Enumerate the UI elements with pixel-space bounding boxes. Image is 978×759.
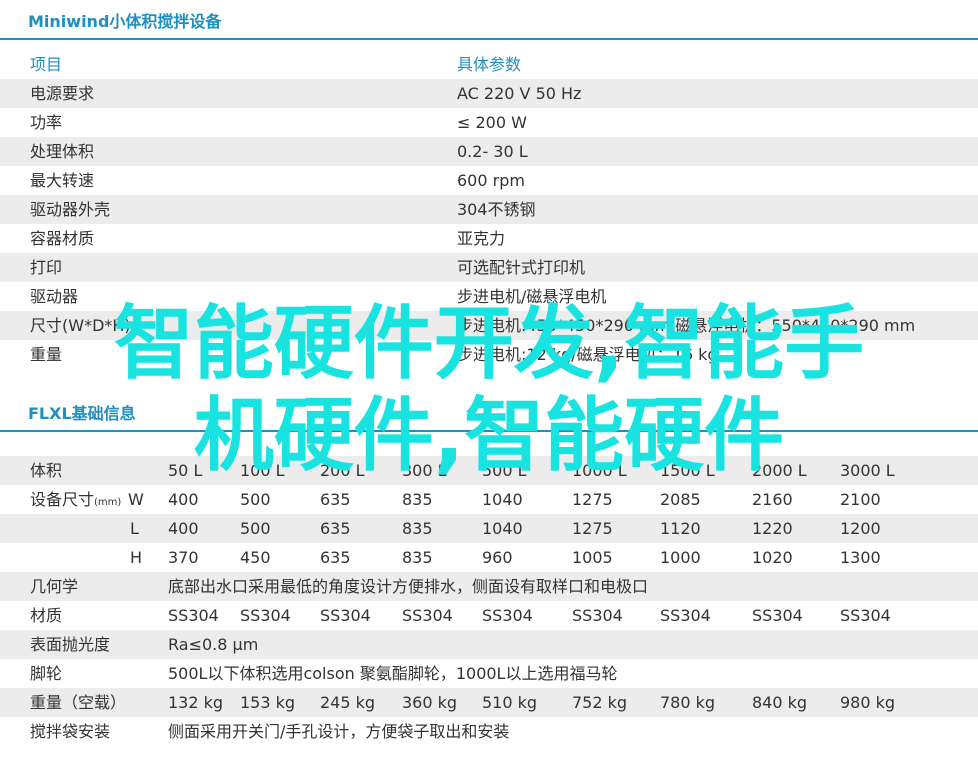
- flxl-cell: SS304: [572, 606, 623, 625]
- flxl-value: 侧面采用开关门/手孔设计，方便袋子取出和安装: [168, 722, 510, 741]
- spec-value: 可选配针式打印机: [457, 258, 586, 277]
- flxl-cell: 2085: [660, 490, 701, 509]
- spec-header-row: 项目 具体参数: [0, 50, 978, 79]
- flxl-row-bag: 搅拌袋安装 侧面采用开关门/手孔设计，方便袋子取出和安装: [0, 717, 978, 746]
- spec-value: 304不锈钢: [457, 200, 536, 219]
- spec-row: 驱动器外壳 304不锈钢: [0, 195, 978, 224]
- flxl-cell: 1000: [660, 548, 701, 567]
- spec-item: 最大转速: [30, 171, 95, 190]
- flxl-cell: 1005: [572, 548, 613, 567]
- flxl-cell: 752 kg: [572, 693, 628, 712]
- flxl-cell: 1120: [660, 519, 701, 538]
- flxl-cell: SS304: [168, 606, 219, 625]
- flxl-row-material: 材质 SS304 SS304 SS304 SS304 SS304 SS304 SS304 SS…: [0, 601, 978, 630]
- flxl-row-geometry: 几何学 底部出水口采用最低的角度设计方便排水，侧面设有取样口和电极口: [0, 572, 978, 601]
- flxl-cell: 1020: [752, 548, 793, 567]
- flxl-cell: 245 kg: [320, 693, 376, 712]
- flxl-cell: 840 kg: [752, 693, 808, 712]
- flxl-cell: 132 kg: [168, 693, 224, 712]
- flxl-cell: SS304: [402, 606, 453, 625]
- flxl-cell: 1300: [840, 548, 881, 567]
- flxl-cell: 635: [320, 548, 351, 567]
- spec-value: 亚克力: [457, 229, 506, 248]
- flxl-cell: 400: [168, 519, 199, 538]
- spec-row: 处理体积 0.2- 30 L: [0, 137, 978, 166]
- flxl-row-caster: 脚轮 500L以下体积选用colson 聚氨酯脚轮，1000L以上选用福马轮: [0, 659, 978, 688]
- flxl-label: 脚轮: [30, 664, 63, 683]
- flxl-label: 重量（空载）: [30, 693, 127, 712]
- dim-label: L: [130, 519, 139, 538]
- dim-label: W: [128, 490, 144, 509]
- flxl-cell: 635: [320, 519, 351, 538]
- spec-item: 打印: [30, 258, 63, 277]
- spec-value: ≤ 200 W: [457, 113, 527, 132]
- flxl-cell: SS304: [840, 606, 891, 625]
- spec-value: AC 220 V 50 Hz: [457, 84, 582, 103]
- flxl-cell: 510 kg: [482, 693, 538, 712]
- flxl-cell: SS304: [660, 606, 711, 625]
- flxl-label: 几何学: [30, 577, 79, 596]
- flxl-label: 设备尺寸(mm): [30, 490, 122, 509]
- flxl-cell: 370: [168, 548, 199, 567]
- flxl-cell: 360 kg: [402, 693, 458, 712]
- flxl-value: 底部出水口采用最低的角度设计方便排水，侧面设有取样口和电极口: [168, 577, 649, 596]
- flxl-cell: 635: [320, 490, 351, 509]
- spec-item: 驱动器外壳: [30, 200, 111, 219]
- flxl-cell: SS304: [240, 606, 291, 625]
- flxl-cell: 835: [402, 519, 433, 538]
- flxl-cell: 960: [482, 548, 513, 567]
- flxl-row-weight: 重量（空载） 132 kg 153 kg 245 kg 360 kg 510 kg 752…: [0, 688, 978, 717]
- spec-row: 最大转速 600 rpm: [0, 166, 978, 195]
- flxl-cell: 1040: [482, 490, 523, 509]
- overlay-line-2: 机硬件,智能硬件: [193, 389, 785, 482]
- spec-header-value: 具体参数: [457, 55, 522, 74]
- flxl-table: 体积 50 L 100 L 200 L 300 L 500 L 1000 L 1500 L2…: [0, 456, 978, 746]
- section1-rule: [0, 38, 978, 40]
- flxl-cell: 2160: [752, 490, 793, 509]
- overlay-line-1: 智能硬件开发,智能手: [113, 297, 865, 390]
- spec-row: 容器材质 亚克力: [0, 224, 978, 253]
- flxl-label: 表面抛光度: [30, 635, 111, 654]
- flxl-cell: SS304: [482, 606, 533, 625]
- flxl-cell: 153 kg: [240, 693, 296, 712]
- flxl-cell: 2100: [840, 490, 881, 509]
- flxl-cell: 1220: [752, 519, 793, 538]
- dim-label: H: [130, 548, 143, 567]
- flxl-row-polish: 表面抛光度 Ra≤0.8 μm: [0, 630, 978, 659]
- flxl-cell: 400: [168, 490, 199, 509]
- flxl-cell: 835: [402, 548, 433, 567]
- flxl-cell: 1040: [482, 519, 523, 538]
- flxl-row-size-l: L 400 500 635 835 1040 1275 1120 1220 1200: [0, 514, 978, 543]
- spec-row: 功率 ≤ 200 W: [0, 108, 978, 137]
- spec-item: 处理体积: [30, 142, 95, 161]
- flxl-cell: 500: [240, 490, 271, 509]
- flxl-label: 材质: [30, 606, 63, 625]
- spec-row: 电源要求 AC 220 V 50 Hz: [0, 79, 978, 108]
- spec-row: 打印 可选配针式打印机: [0, 253, 978, 282]
- spec-item: 容器材质: [30, 229, 95, 248]
- flxl-cell: 1275: [572, 519, 613, 538]
- flxl-cell: 980 kg: [840, 693, 896, 712]
- flxl-cell: 780 kg: [660, 693, 716, 712]
- flxl-cell: 500: [240, 519, 271, 538]
- spec-item: 电源要求: [30, 84, 95, 103]
- spec-value: 600 rpm: [457, 171, 525, 190]
- flxl-cell: 450: [240, 548, 271, 567]
- spec-item: 功率: [30, 113, 63, 132]
- flxl-cell: 1200: [840, 519, 881, 538]
- flxl-value: 500L以下体积选用colson 聚氨酯脚轮，1000L以上选用福马轮: [168, 664, 618, 683]
- flxl-row-size-w: 设备尺寸(mm) W 400 500 635 835 1040 1275 2085 2160 2…: [0, 485, 978, 514]
- flxl-cell: 1275: [572, 490, 613, 509]
- flxl-value: Ra≤0.8 μm: [168, 635, 259, 654]
- spec-value: 0.2- 30 L: [457, 142, 528, 161]
- spec-header-item: 项目: [30, 55, 63, 74]
- flxl-label: 搅拌袋安装: [30, 722, 111, 741]
- section1-title: Miniwind小体积搅拌设备: [28, 12, 222, 31]
- flxl-row-size-h: H 370 450 635 835 960 1005 1000 1020 1300: [0, 543, 978, 572]
- flxl-cell: 835: [402, 490, 433, 509]
- flxl-cell: SS304: [752, 606, 803, 625]
- flxl-cell: SS304: [320, 606, 371, 625]
